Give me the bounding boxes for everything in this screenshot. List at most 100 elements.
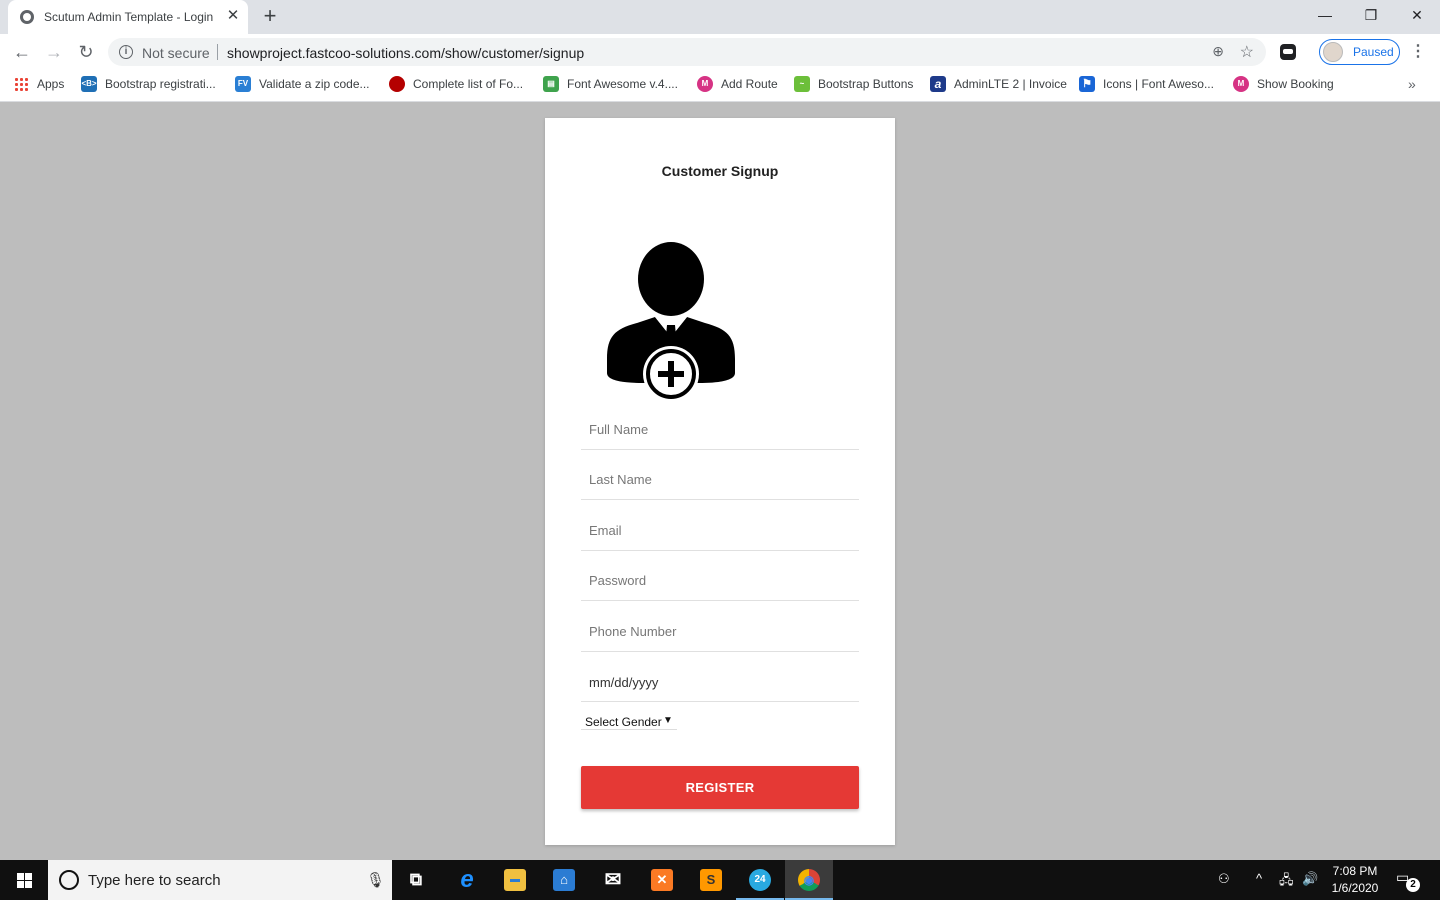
taskbar-mail[interactable]: ✉ — [589, 860, 637, 900]
tab-close-icon[interactable]: ✕ — [224, 7, 242, 25]
taskbar-task-view[interactable]: ⧉ — [392, 860, 440, 900]
url-text[interactable]: showproject.fastcoo-solutions.com/show/c… — [227, 45, 584, 61]
reload-button[interactable]: ↻ — [72, 38, 100, 66]
volume-icon[interactable]: 🔊 — [1302, 871, 1318, 887]
browser-title-bar: Scutum Admin Template - Login ✕ + — ❐ ✕ — [0, 0, 1440, 34]
sublime-text-icon: S — [700, 869, 722, 891]
file-explorer-icon: ▬ — [504, 869, 526, 891]
address-bar[interactable]: i Not secure showproject.fastcoo-solutio… — [108, 38, 1266, 66]
restore-button[interactable]: ❐ — [1348, 0, 1394, 30]
gender-select[interactable]: Select Gender ▼ — [581, 712, 677, 730]
anydesk-24-icon: 24 — [749, 869, 771, 891]
full-name-field[interactable] — [581, 410, 859, 450]
globe-icon — [20, 10, 34, 24]
taskbar-edge[interactable]: e — [443, 860, 491, 900]
bookmark-add-route[interactable]: M Add Route — [697, 76, 778, 96]
flag-icon: ⚑ — [1079, 76, 1095, 92]
last-name-input[interactable] — [581, 460, 859, 498]
gender-select-value: Select Gender — [585, 715, 662, 729]
user-add-icon — [607, 242, 735, 402]
security-label[interactable]: Not secure — [142, 45, 210, 61]
profile-status: Paused — [1353, 45, 1394, 59]
phone-input[interactable] — [581, 612, 859, 650]
last-name-field[interactable] — [581, 460, 859, 500]
action-center-icon[interactable]: ▭ 2 — [1396, 869, 1420, 892]
chrome-icon: ◉ — [798, 869, 820, 891]
page-title: Customer Signup — [661, 163, 779, 179]
taskbar-anydesk[interactable]: 24 — [736, 860, 784, 900]
bookmark-label: Add Route — [721, 77, 778, 91]
bookmark-label: Font Awesome v.4.... — [567, 77, 678, 91]
bookmark-apps[interactable]: Apps — [14, 76, 64, 96]
email-field[interactable] — [581, 511, 859, 551]
show-hidden-icons-icon[interactable]: ^ — [1256, 871, 1262, 886]
bookmark-bootstrap-buttons[interactable]: ~ Bootstrap Buttons — [794, 76, 913, 96]
zoom-icon[interactable]: ⊕ — [1212, 43, 1224, 60]
bookmark-label: Complete list of Fo... — [413, 77, 524, 91]
profile-button[interactable]: Paused — [1319, 39, 1400, 65]
dropdown-arrow-icon: ▼ — [663, 715, 673, 726]
store-icon: ⌂ — [553, 869, 575, 891]
avatar — [1323, 42, 1343, 62]
browser-toolbar: ← → ↻ i Not secure showproject.fastcoo-s… — [0, 34, 1440, 70]
bookmark-label: Apps — [37, 77, 65, 91]
people-icon[interactable]: ⚇ — [1218, 871, 1230, 887]
divider — [217, 44, 218, 60]
extension-icon[interactable] — [1280, 44, 1296, 60]
browser-tab[interactable]: Scutum Admin Template - Login ✕ — [8, 0, 248, 34]
info-icon[interactable]: i — [119, 45, 133, 59]
bookmark-label: AdminLTE 2 | Invoice — [954, 77, 1067, 91]
pink-circle-icon: M — [1233, 76, 1249, 92]
search-placeholder: Type here to search — [88, 872, 221, 889]
back-button[interactable]: ← — [8, 38, 36, 66]
bootstrap-icon: <B> — [81, 76, 97, 92]
taskbar-xampp[interactable]: ✕ — [638, 860, 686, 900]
bookmark-label: Validate a zip code... — [259, 77, 370, 91]
phone-field[interactable] — [581, 612, 859, 652]
clock-date: 1/6/2020 — [1331, 881, 1379, 895]
document-icon: ▤ — [543, 76, 559, 92]
bookmark-label: Bootstrap Buttons — [818, 77, 914, 91]
chrome-menu-icon[interactable]: ⋮ — [1410, 40, 1426, 64]
taskbar-chrome[interactable]: ◉ — [785, 860, 833, 900]
notification-count-badge: 2 — [1406, 878, 1420, 892]
minimize-button[interactable]: — — [1302, 0, 1348, 30]
bookmark-star-icon[interactable]: ☆ — [1240, 42, 1254, 62]
task-view-icon: ⧉ — [409, 870, 423, 889]
windows-logo-icon — [17, 873, 32, 888]
window-close-button[interactable]: ✕ — [1394, 0, 1440, 30]
bookmark-adminlte-invoice[interactable]: a AdminLTE 2 | Invoice — [930, 76, 1067, 96]
bookmark-font-awesome-v4[interactable]: ▤ Font Awesome v.4.... — [543, 76, 678, 96]
forward-button[interactable]: → — [40, 38, 68, 66]
bookmark-label: Show Booking — [1257, 77, 1334, 91]
bookmark-label: Bootstrap registrati... — [105, 77, 216, 91]
password-input[interactable] — [581, 561, 859, 599]
pink-circle-icon: M — [697, 76, 713, 92]
date-of-birth-field[interactable]: mm/dd/yyyy — [581, 662, 859, 702]
taskbar-sublime-text[interactable]: S — [687, 860, 735, 900]
bookmark-show-booking[interactable]: M Show Booking — [1233, 76, 1334, 96]
signup-card: Customer Signup mm/dd/yyyy Select Gender… — [545, 118, 895, 845]
register-button[interactable]: REGISTER — [581, 766, 859, 809]
password-field[interactable] — [581, 561, 859, 601]
full-name-input[interactable] — [581, 410, 859, 448]
mail-icon: ✉ — [604, 869, 622, 891]
network-icon[interactable]: 🖧 — [1279, 871, 1294, 893]
bookmark-icons-font-awesome[interactable]: ⚑ Icons | Font Aweso... — [1079, 76, 1214, 96]
bookmark-complete-list[interactable]: Complete list of Fo... — [389, 76, 523, 96]
red-circle-icon — [389, 76, 405, 92]
email-input[interactable] — [581, 511, 859, 549]
bookmark-label: Icons | Font Aweso... — [1103, 77, 1214, 91]
taskbar-file-explorer[interactable]: ▬ — [491, 860, 539, 900]
bookmark-validate-zip[interactable]: FV Validate a zip code... — [235, 76, 370, 96]
windows-taskbar: Type here to search 🎙 ⧉ e ▬ ⌂ ✉ ✕ S 24 ◉… — [0, 860, 1440, 900]
date-input[interactable]: mm/dd/yyyy — [589, 675, 658, 690]
microphone-icon[interactable]: 🎙 — [366, 871, 385, 889]
taskbar-search[interactable]: Type here to search 🎙 — [48, 860, 392, 900]
bookmarks-overflow-icon[interactable]: » — [1408, 76, 1416, 92]
system-clock[interactable]: 7:08 PM 1/6/2020 — [1322, 863, 1388, 897]
new-tab-button[interactable]: + — [258, 5, 282, 29]
bookmark-bootstrap-registration[interactable]: <B> Bootstrap registrati... — [81, 76, 216, 96]
start-button[interactable] — [0, 860, 48, 900]
taskbar-store[interactable]: ⌂ — [540, 860, 588, 900]
